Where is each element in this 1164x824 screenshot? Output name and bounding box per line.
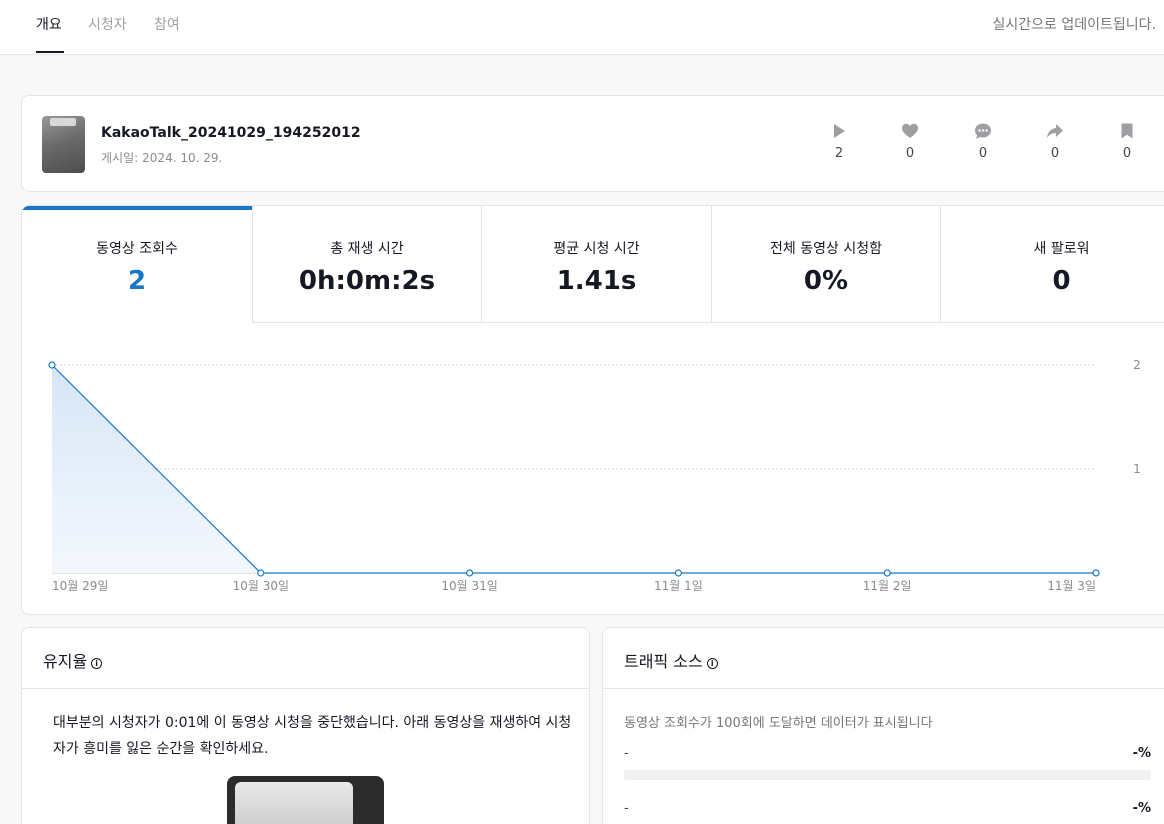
data-point	[1092, 569, 1100, 577]
like-count: 0	[890, 122, 930, 161]
x-tick-label: 11월 1일	[654, 579, 703, 593]
play-count: 2	[819, 122, 859, 161]
tab-overview[interactable]: 개요	[36, 14, 62, 34]
x-tick-label: 11월 3일	[1047, 579, 1096, 593]
traffic-source-percent: -%	[1132, 746, 1151, 761]
traffic-source-name: -	[624, 746, 629, 761]
active-tab-indicator	[36, 51, 64, 53]
x-tick-label: 10월 29일	[52, 579, 108, 593]
posted-date-row: 게시일: 2024. 10. 29.	[101, 149, 222, 166]
comment-icon	[975, 123, 991, 139]
retention-title: 유지율	[43, 652, 88, 671]
metric-new-followers[interactable]: 새 팔로워 0	[941, 206, 1164, 323]
heart-icon	[902, 123, 918, 138]
traffic-title: 트래픽 소스	[624, 652, 703, 671]
retention-description: 대부분의 시청자가 0:01에 이 동영상 시청을 중단했습니다. 아래 동영상…	[53, 715, 572, 757]
metric-video-views[interactable]: 동영상 조회수 2	[22, 206, 252, 323]
metric-value: 0	[1052, 266, 1071, 296]
video-info-card: KakaoTalk_20241029_194252012 게시일: 2024. 1…	[21, 95, 1164, 192]
bookmark-icon	[1121, 123, 1133, 139]
views-chart: 10월 29일 10월 30일 10월 31일 11월 1일 11월 2일 11월 3일 …	[48, 358, 1141, 593]
video-thumbnail[interactable]	[42, 116, 85, 173]
metrics-panel: 동영상 조회수 2 총 재생 시간 0h:0m:2s 평균 시청 시간 1.41…	[21, 205, 1164, 615]
metric-label: 동영상 조회수	[96, 241, 178, 257]
metric-label: 전체 동영상 시청함	[770, 241, 882, 257]
comment-count-value: 0	[978, 146, 988, 161]
y-tick-label: 1	[1133, 462, 1141, 476]
traffic-row: - -%	[624, 746, 1151, 761]
metric-watched-full[interactable]: 전체 동영상 시청함 0%	[712, 206, 941, 323]
bookmark-count-value: 0	[1122, 146, 1132, 161]
x-tick-label: 10월 31일	[441, 579, 497, 593]
metric-value: 0%	[803, 266, 849, 296]
data-point	[48, 361, 56, 369]
metric-label: 새 팔로워	[1033, 241, 1090, 257]
metric-avg-watch-time[interactable]: 평균 시청 시간 1.41s	[482, 206, 712, 323]
metric-value: 0h:0m:2s	[298, 266, 436, 296]
traffic-source-name: -	[624, 801, 629, 816]
data-point	[883, 569, 891, 577]
info-icon[interactable]: i	[706, 658, 718, 669]
like-count-value: 0	[905, 146, 915, 161]
bookmark-count: 0	[1107, 122, 1147, 161]
traffic-note: 동영상 조회수가 100회에 도달하면 데이터가 표시됩니다	[624, 716, 933, 731]
play-icon	[834, 124, 845, 138]
metric-label: 평균 시청 시간	[553, 241, 640, 257]
metric-value: 1.41s	[556, 266, 637, 296]
posted-date: 2024. 10. 29.	[142, 151, 223, 165]
retention-card: 유지율 i 대부분의 시청자가 0:01에 이 동영상 시청을 중단했습니다. 아…	[21, 627, 590, 824]
share-count-value: 0	[1050, 146, 1060, 161]
metric-value: 2	[127, 266, 147, 296]
retention-header: 유지율 i	[22, 628, 589, 689]
x-tick-label: 11월 2일	[863, 579, 912, 593]
realtime-note: 실시간으로 업데이트됩니다.	[992, 17, 1156, 33]
comment-count: 0	[963, 122, 1003, 161]
data-point	[466, 569, 474, 577]
top-tab-bar: 개요 시청자 참여 실시간으로 업데이트됩니다.	[0, 0, 1164, 55]
data-point	[257, 569, 265, 577]
traffic-bar	[624, 770, 1151, 780]
retention-video-preview[interactable]	[227, 776, 384, 824]
tab-viewers[interactable]: 시청자	[88, 14, 127, 34]
y-tick-label: 2	[1133, 358, 1141, 372]
traffic-row: - -%	[624, 801, 1151, 816]
info-icon[interactable]: i	[91, 658, 103, 669]
x-tick-label: 10월 30일	[233, 579, 289, 593]
video-title: KakaoTalk_20241029_194252012	[101, 125, 361, 141]
play-count-value: 2	[834, 146, 844, 161]
posted-label: 게시일:	[101, 151, 139, 165]
share-count: 0	[1035, 122, 1075, 161]
traffic-header: 트래픽 소스 i	[603, 628, 1164, 689]
data-point	[674, 569, 683, 577]
tab-engagement[interactable]: 참여	[154, 14, 180, 34]
traffic-source-percent: -%	[1132, 801, 1151, 816]
traffic-source-card: 트래픽 소스 i 동영상 조회수가 100회에 도달하면 데이터가 표시됩니다 -…	[602, 627, 1164, 824]
metric-total-play-time[interactable]: 총 재생 시간 0h:0m:2s	[252, 206, 482, 323]
metric-label: 총 재생 시간	[330, 241, 404, 257]
share-icon	[1047, 124, 1063, 138]
